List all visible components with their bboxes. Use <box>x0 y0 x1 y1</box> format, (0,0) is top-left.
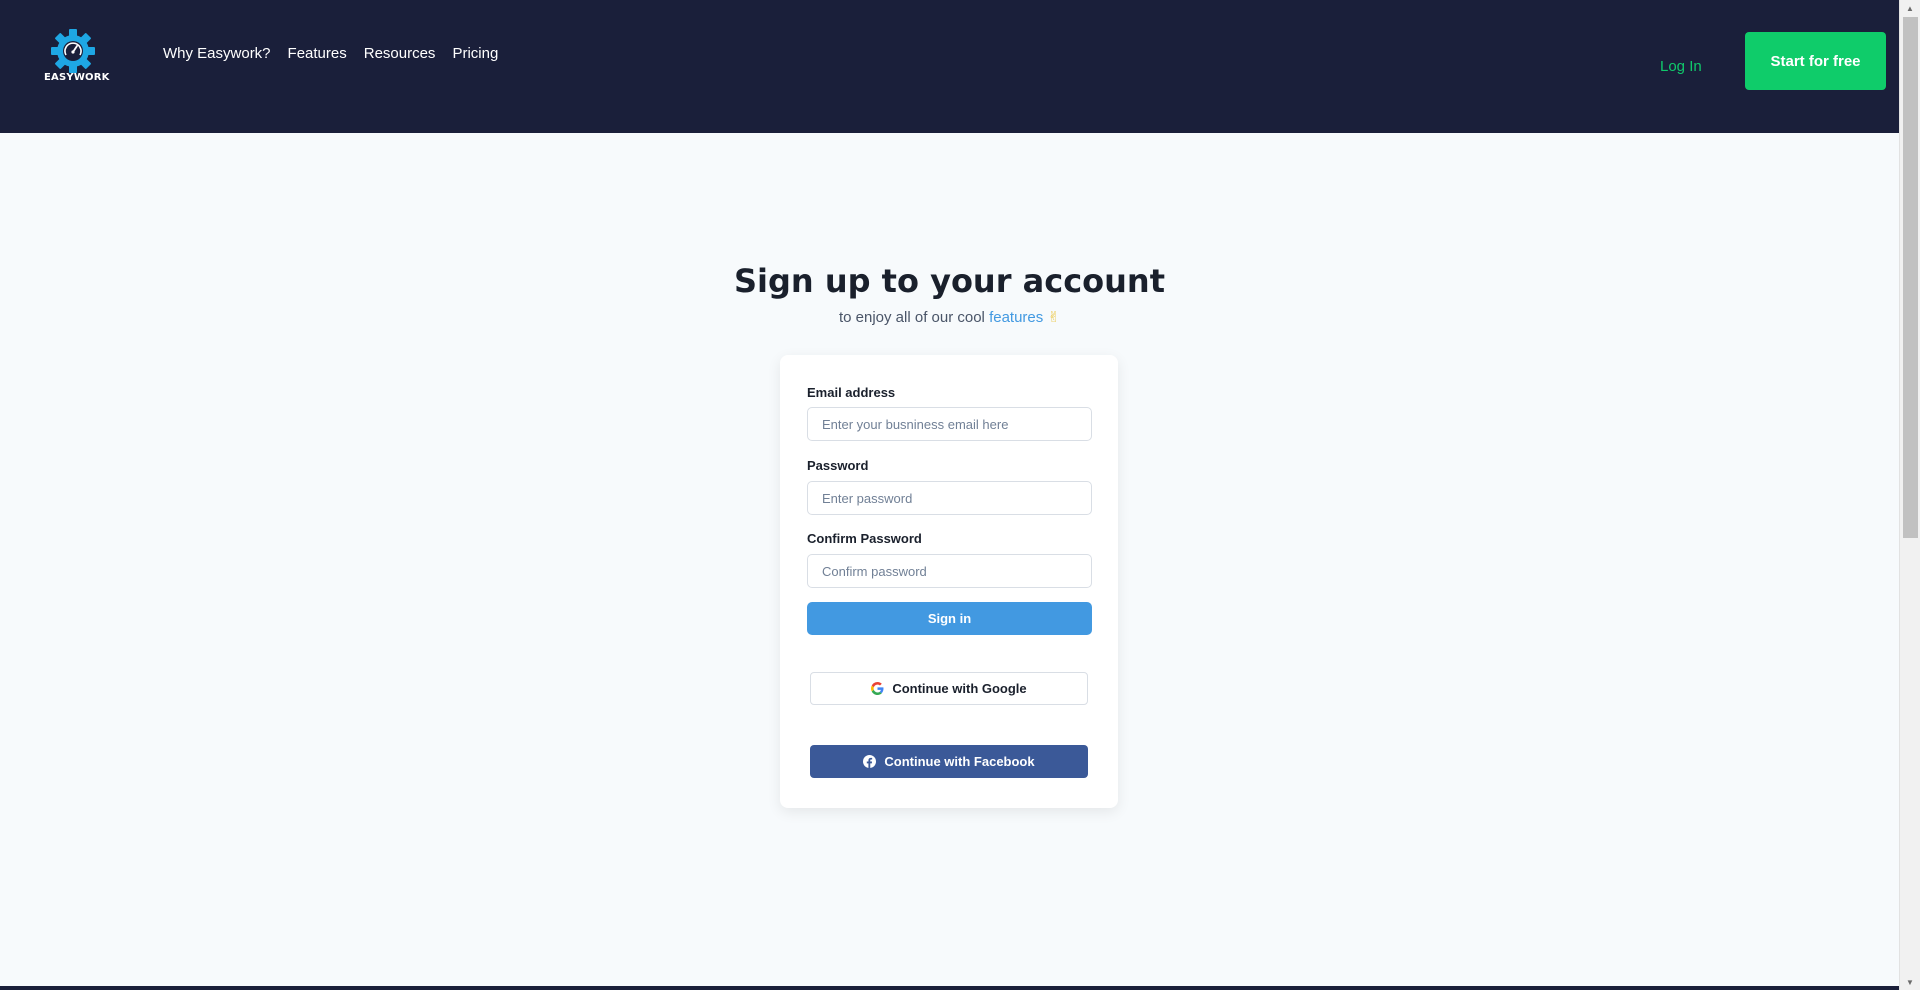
page: EASYWORK Why Easywork? Features Resource… <box>0 0 1899 990</box>
continue-with-facebook-button[interactable]: Continue with Facebook <box>810 745 1088 778</box>
main-nav: Why Easywork? Features Resources Pricing <box>163 44 498 64</box>
arrow-down-icon[interactable]: ▼ <box>1900 974 1920 990</box>
email-input[interactable] <box>807 407 1092 441</box>
nav-resources[interactable]: Resources <box>364 44 436 64</box>
vertical-scrollbar[interactable]: ▲ ▼ <box>1899 0 1920 990</box>
password-label: Password <box>807 458 869 473</box>
facebook-icon <box>863 755 877 768</box>
scrollbar-thumb[interactable] <box>1903 17 1918 538</box>
signup-card: Email address Password Confirm Password … <box>780 355 1118 808</box>
login-link[interactable]: Log In <box>1660 57 1702 77</box>
confirm-password-input[interactable] <box>807 554 1092 588</box>
page-title: Sign up to your account <box>733 262 1165 300</box>
nav-why-easywork[interactable]: Why Easywork? <box>163 44 271 64</box>
confirm-password-label: Confirm Password <box>807 531 922 546</box>
password-input[interactable] <box>807 481 1092 515</box>
bottom-edge-bar <box>0 986 1899 990</box>
features-link[interactable]: features <box>989 309 1043 326</box>
facebook-button-label: Continue with Facebook <box>884 754 1035 769</box>
logo[interactable]: EASYWORK <box>44 28 110 86</box>
logo-text: EASYWORK <box>44 72 110 83</box>
victory-hand-icon: ✌ <box>1047 309 1061 326</box>
site-header: EASYWORK Why Easywork? Features Resource… <box>0 0 1899 133</box>
subtitle-text: to enjoy all of our cool <box>838 309 990 326</box>
email-label: Email address <box>807 385 896 400</box>
start-for-free-button[interactable]: Start for free <box>1745 32 1886 90</box>
page-subtitle: to enjoy all of our cool features ✌ <box>0 308 1899 326</box>
continue-with-google-button[interactable]: Continue with Google <box>810 672 1088 705</box>
nav-pricing[interactable]: Pricing <box>452 44 498 64</box>
arrow-up-icon[interactable]: ▲ <box>1900 0 1920 16</box>
nav-features[interactable]: Features <box>288 44 347 64</box>
google-icon <box>871 682 884 695</box>
google-button-label: Continue with Google <box>892 681 1027 696</box>
sign-in-button[interactable]: Sign in <box>807 602 1092 635</box>
gear-logo-icon <box>51 29 95 73</box>
